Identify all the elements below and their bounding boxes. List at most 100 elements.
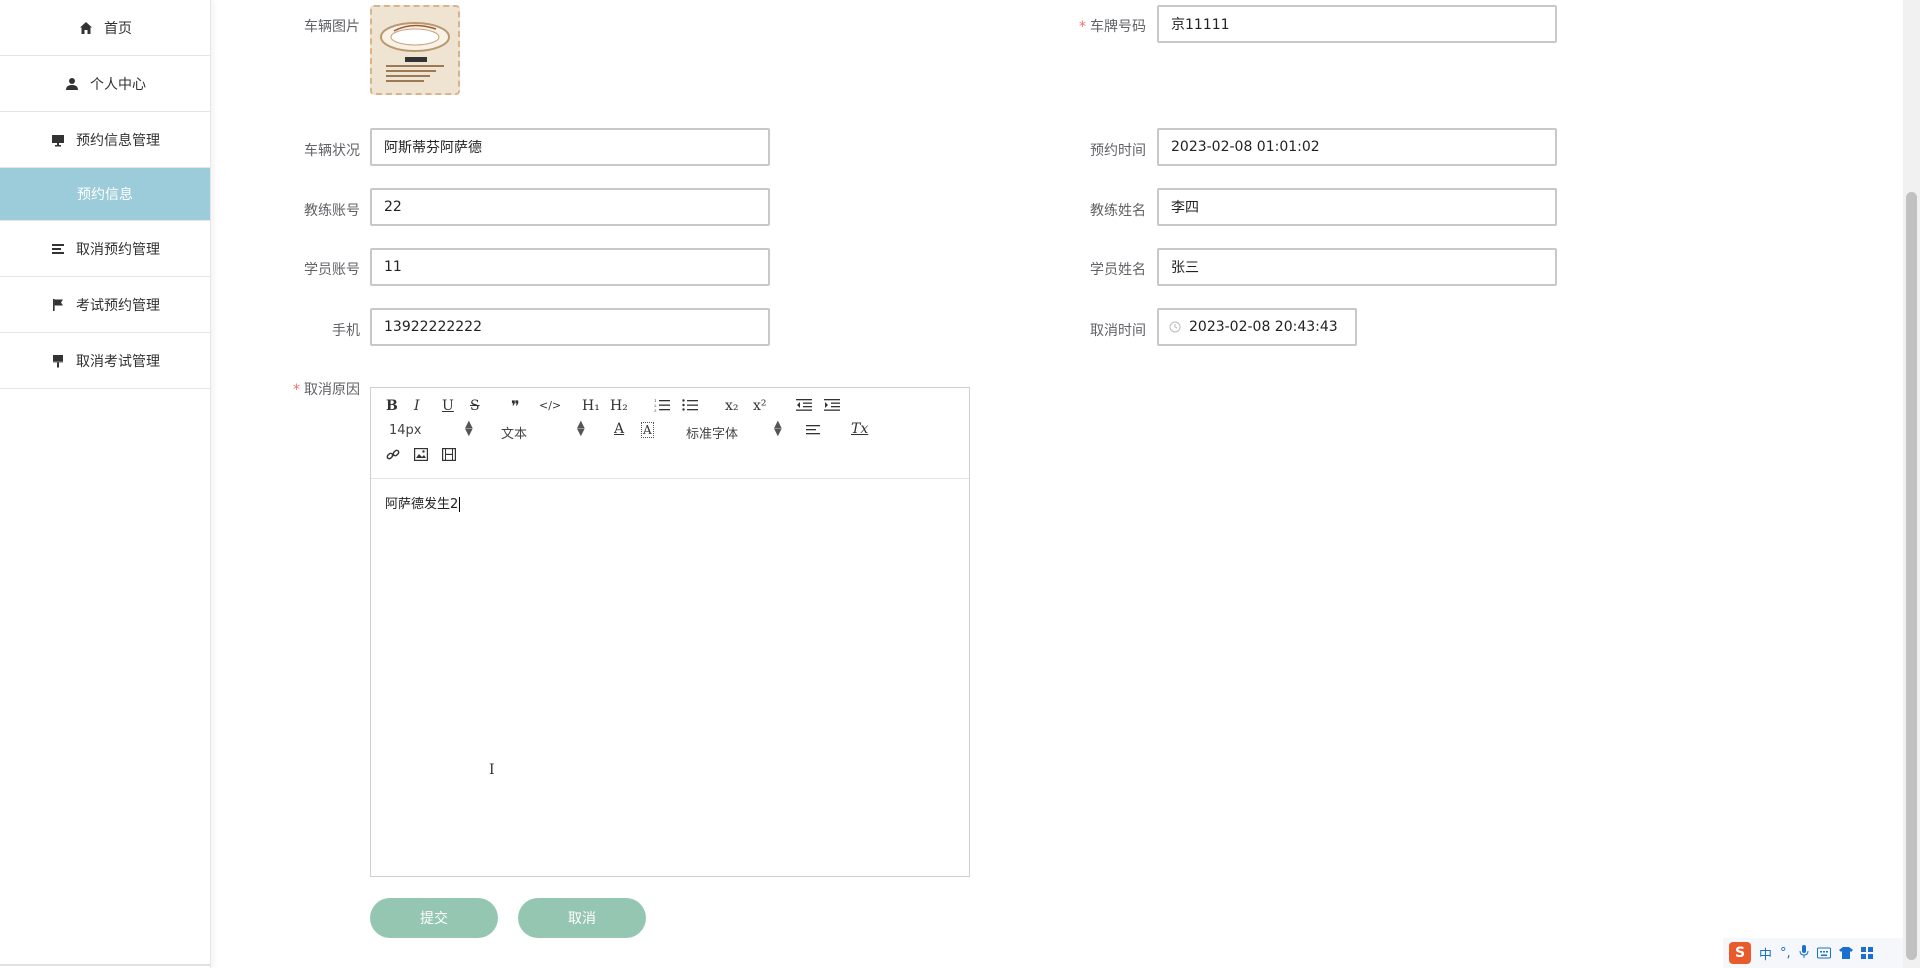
coach-name-value: 李四 [1171, 200, 1199, 216]
editor-text: 阿萨德发生2 [385, 497, 459, 512]
vehicle-status-field[interactable]: 阿斯蒂芬阿萨德 [370, 128, 770, 166]
vehicle-image[interactable] [370, 5, 460, 95]
phone-value: 13922222222 [384, 319, 482, 335]
required-mark: * [1079, 19, 1086, 35]
sidebar-item-label: 考试预约管理 [76, 297, 160, 314]
text-style-value: 文本 [501, 427, 528, 442]
subscript-button[interactable]: x₂ [725, 398, 739, 414]
vehicle-status-label: 车辆状况 [304, 143, 360, 159]
sidebar-bottom-divider [0, 964, 210, 966]
font-family-value: 标准字体 [686, 427, 739, 442]
ibeam-cursor-icon: I [489, 762, 495, 778]
editor-toolbar: B I U S ❞ </> H₁ H₂ 123 x₂ x² 14px ▲ ▼ 文本… [371, 388, 969, 479]
reason-label-text: 取消原因 [304, 382, 360, 398]
home-icon [78, 20, 94, 36]
sidebar-item-label: 预约信息管理 [76, 132, 160, 149]
sidebar-item-label: 个人中心 [90, 76, 146, 93]
background-color-icon[interactable]: A [641, 422, 654, 438]
phone-label: 手机 [332, 323, 360, 339]
required-mark: * [293, 382, 300, 398]
skin-icon[interactable] [1838, 944, 1853, 963]
superscript-button[interactable]: x² [753, 398, 767, 414]
sogou-logo-icon[interactable]: S [1729, 942, 1751, 964]
cancel-time-label: 取消时间 [1090, 323, 1146, 339]
clock-icon [1169, 321, 1181, 333]
coach-account-field[interactable]: 22 [370, 188, 770, 226]
sidebar-item-reservation-info[interactable]: 预约信息 [0, 168, 210, 221]
ime-toolbar: S 中 °, [1723, 938, 1903, 968]
coach-name-field[interactable]: 李四 [1157, 188, 1557, 226]
submit-button[interactable]: 提交 [370, 898, 498, 938]
vehicle-status-value: 阿斯蒂芬阿萨德 [384, 140, 482, 156]
student-account-field[interactable]: 11 [370, 248, 770, 286]
quote-button[interactable]: ❞ [511, 397, 520, 416]
student-name-label: 学员姓名 [1090, 262, 1146, 278]
sidebar-item-exam-reservation[interactable]: 考试预约管理 [0, 277, 210, 333]
reserve-time-field[interactable]: 2023-02-08 01:01:02 [1157, 128, 1557, 166]
outdent-icon[interactable] [796, 398, 812, 416]
plate-label-text: 车牌号码 [1090, 19, 1146, 35]
student-name-field[interactable]: 张三 [1157, 248, 1557, 286]
phone-field[interactable]: 13922222222 [370, 308, 770, 346]
student-name-value: 张三 [1171, 260, 1199, 276]
h2-button[interactable]: H₂ [610, 398, 628, 414]
plate-field[interactable]: 京11111 [1157, 5, 1557, 43]
reserve-time-label: 预约时间 [1090, 143, 1146, 159]
sidebar-item-label: 预约信息 [77, 187, 133, 203]
plate-label: * 车牌号码 [1036, 16, 1146, 36]
font-size-select[interactable]: 14px ▲ ▼ [389, 420, 473, 439]
cancel-time-value: 2023-02-08 20:43:43 [1189, 319, 1338, 335]
italic-button[interactable]: I [414, 398, 420, 414]
sidebar-item-profile[interactable]: 个人中心 [0, 56, 210, 112]
font-color-icon[interactable]: A [614, 421, 624, 437]
font-family-select[interactable]: 标准字体 ▲ ▼ [686, 420, 782, 443]
code-button[interactable]: </> [539, 399, 561, 412]
sidebar-item-cancel-reservation[interactable]: 取消预约管理 [0, 221, 210, 277]
select-arrows-icon: ▲ ▼ [774, 419, 782, 438]
grid-icon[interactable] [1860, 944, 1873, 963]
sidebar-item-home[interactable]: 首页 [0, 0, 210, 56]
monitor-icon [50, 132, 66, 148]
svg-text:3: 3 [654, 408, 657, 412]
select-arrows-icon: ▲ ▼ [577, 419, 585, 438]
select-arrows-icon: ▲ ▼ [465, 419, 473, 438]
sidebar-item-cancel-exam[interactable]: 取消考试管理 [0, 333, 210, 389]
sidebar-item-label: 首页 [104, 20, 132, 37]
ime-mode[interactable]: 中 [1759, 944, 1772, 963]
ordered-list-icon[interactable]: 123 [654, 398, 670, 416]
editor-content[interactable]: 阿萨德发生2 [371, 479, 969, 526]
image-icon[interactable] [414, 448, 429, 465]
coach-account-value: 22 [384, 199, 402, 215]
mic-icon[interactable] [1799, 944, 1809, 963]
video-icon[interactable] [442, 448, 457, 465]
rich-text-editor[interactable]: B I U S ❞ </> H₁ H₂ 123 x₂ x² 14px ▲ ▼ 文本… [370, 387, 970, 877]
scrollbar-thumb[interactable] [1906, 192, 1917, 960]
underline-button[interactable]: U [442, 398, 454, 414]
h1-button[interactable]: H₁ [582, 398, 600, 414]
indent-icon[interactable] [824, 398, 840, 416]
sidebar: 首页 个人中心 预约信息管理 预约信息 取消预约管理 考试预约管理 取消考试管理 [0, 0, 211, 968]
reason-label: * 取消原因 [250, 379, 360, 399]
scrollbar[interactable] [1903, 0, 1920, 968]
bullet-list-icon[interactable] [682, 398, 698, 416]
keyboard-icon[interactable] [1816, 944, 1831, 963]
brush-icon [50, 353, 66, 369]
punctuation-icon[interactable]: °, [1780, 946, 1791, 961]
strike-button[interactable]: S [470, 398, 480, 414]
student-account-value: 11 [384, 259, 402, 275]
user-icon [64, 76, 80, 92]
cancel-button[interactable]: 取消 [518, 898, 646, 938]
student-account-label: 学员账号 [304, 262, 360, 278]
clear-format-button[interactable]: Tx [851, 421, 868, 437]
link-icon[interactable] [386, 448, 400, 466]
list-icon [50, 241, 66, 257]
text-cursor [459, 497, 461, 512]
vehicle-image-label: 车辆图片 [304, 19, 360, 35]
text-style-select[interactable]: 文本 ▲ ▼ [501, 420, 585, 443]
plate-value: 京11111 [1171, 17, 1230, 33]
coach-name-label: 教练姓名 [1090, 203, 1146, 219]
sidebar-item-reservation-manage[interactable]: 预约信息管理 [0, 112, 210, 168]
align-icon[interactable] [806, 424, 820, 440]
cancel-time-field[interactable]: 2023-02-08 20:43:43 [1157, 308, 1357, 346]
bold-button[interactable]: B [386, 398, 398, 414]
